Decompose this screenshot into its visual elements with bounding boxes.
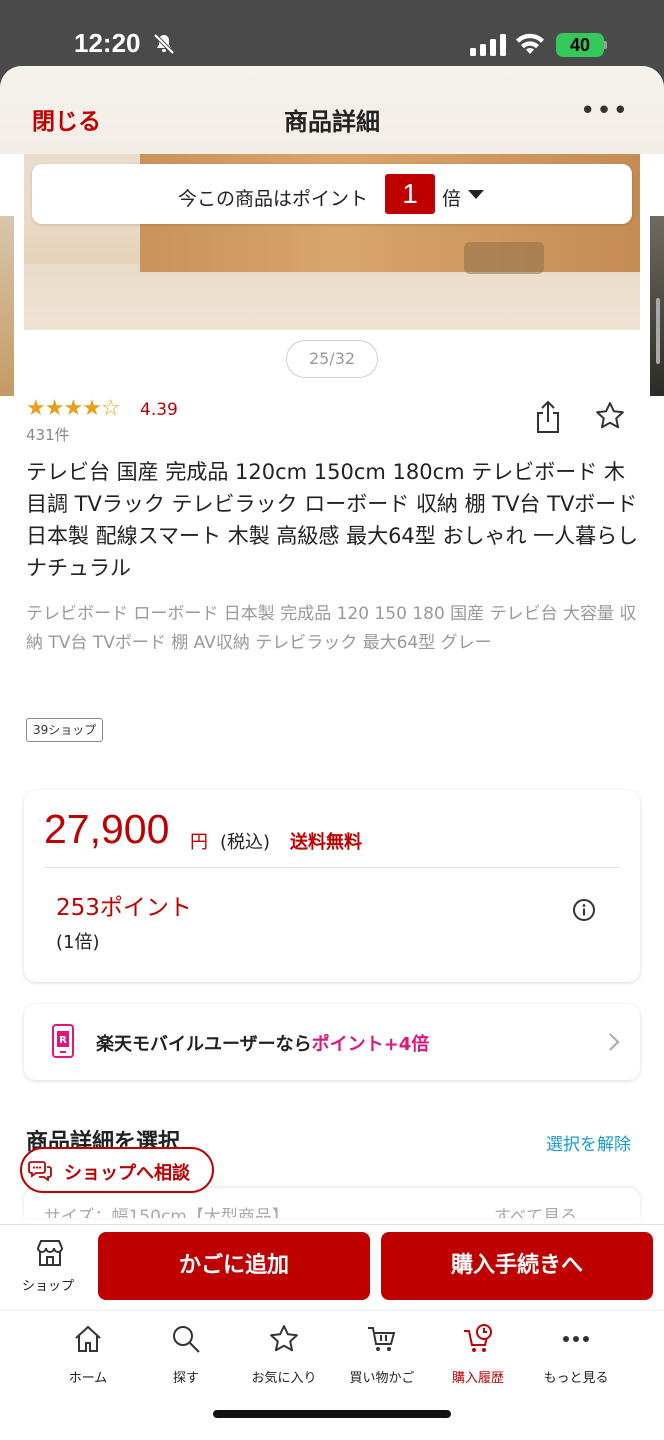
mobile-promo-text: 楽天モバイルユーザーならポイント+4倍 [96, 1030, 429, 1056]
tab-home[interactable]: ホーム [38, 1323, 138, 1393]
shop-label[interactable]: ショップ [22, 1275, 74, 1294]
bottom-tab-bar: ホーム 探す お気に入り 買い物かご 購入履歴 もっと見る [0, 1310, 664, 1440]
tab-search[interactable]: 探す [136, 1323, 236, 1393]
svg-text:R: R [59, 1035, 67, 1046]
point-banner-suffix: 倍 [442, 188, 462, 210]
more-menu-button[interactable]: ••• [580, 96, 629, 126]
history-icon [464, 1324, 492, 1352]
checkout-button[interactable]: 購入手続きへ [381, 1232, 653, 1300]
tab-cart[interactable]: 買い物かご [332, 1323, 432, 1393]
product-detail-sheet: 閉じる 商品詳細 ••• 今この商品はポイント 1 倍 25/32 ★★★★☆ … [0, 66, 664, 1440]
add-to-cart-button[interactable]: かごに追加 [98, 1232, 370, 1300]
product-title: テレビ台 国産 完成品 120cm 150cm 180cm テレビボード 木目調… [26, 460, 639, 580]
battery-cap [604, 41, 607, 49]
tab-home-label: ホーム [68, 1371, 108, 1386]
battery-level: 40 [569, 35, 591, 55]
consult-shop-label: ショップへ相談 [64, 1163, 190, 1184]
rakuten-mobile-promo[interactable]: R 楽天モバイルユーザーならポイント+4倍 [24, 1004, 640, 1080]
clear-selection-link[interactable]: 選択を解除 [546, 1130, 631, 1155]
share-icon[interactable] [534, 400, 562, 434]
home-icon [75, 1325, 101, 1352]
price-currency: 円 [190, 832, 208, 853]
shop-39-badge: 39ショップ [26, 718, 104, 742]
tab-purchase-history-label: 購入履歴 [451, 1371, 504, 1386]
tab-purchase-history[interactable]: 購入履歴 [428, 1323, 528, 1393]
favorite-star-icon[interactable] [594, 400, 626, 432]
image-counter: 25/32 [286, 340, 378, 378]
page-title: 商品詳細 [284, 108, 380, 136]
star-icon [270, 1325, 298, 1352]
prev-image-peek [0, 216, 14, 396]
scrollbar[interactable] [656, 298, 660, 364]
signal-icon [470, 34, 506, 56]
chevron-right-icon [609, 1033, 620, 1051]
point-multiplier-value: 1 [385, 174, 435, 214]
price-card: 27,900 円 (税込) 送料無料 253ポイント (1倍) [24, 790, 640, 982]
battery-icon: 40 [556, 33, 604, 57]
mobile-promo-highlight: ポイント+4倍 [311, 1034, 430, 1055]
tab-more[interactable]: もっと見る [526, 1323, 626, 1393]
cart-icon [368, 1327, 396, 1351]
caret-down-icon [468, 190, 484, 199]
size-option-text: サイズ：幅150cm【大型商品】 [44, 1207, 289, 1218]
tab-cart-label: 買い物かご [349, 1371, 415, 1386]
image-floor [24, 264, 640, 330]
consult-shop-button[interactable]: ショップへ相談 [20, 1147, 214, 1193]
sheet-header: 閉じる 商品詳細 ••• [0, 66, 664, 154]
purchase-action-bar: ショップ かごに追加 購入手続きへ [0, 1224, 664, 1310]
status-time: 12:20 [74, 28, 141, 58]
status-bar: 12:20 40 [0, 0, 664, 66]
point-multiplier-banner[interactable]: 今この商品はポイント 1 倍 [32, 164, 632, 224]
tab-favorites-label: お気に入り [251, 1371, 317, 1386]
home-indicator[interactable] [213, 1410, 451, 1418]
more-icon [563, 1336, 589, 1342]
rakuten-mobile-icon: R [52, 1024, 74, 1058]
product-subtitle: テレビボード ローボード 日本製 完成品 120 150 180 国産 テレビ台… [26, 604, 637, 653]
shop-icon[interactable] [34, 1237, 66, 1269]
divider [44, 867, 620, 868]
free-shipping-label: 送料無料 [290, 832, 362, 853]
mobile-promo-prefix: 楽天モバイルユーザーなら [96, 1034, 312, 1055]
info-icon[interactable] [572, 898, 596, 922]
image-cabinet-foot [464, 242, 544, 274]
tax-note: (税込) [220, 832, 271, 853]
tab-favorites[interactable]: お気に入り [234, 1323, 334, 1393]
see-all-link[interactable]: すべて見る [494, 1202, 577, 1218]
search-icon [173, 1326, 200, 1353]
wifi-icon [516, 33, 544, 54]
rating-score[interactable]: 4.39 [140, 400, 178, 420]
points-earned: 253ポイント [56, 895, 192, 921]
review-count[interactable]: 431件 [26, 424, 70, 445]
price-amount: 27,900 [44, 806, 170, 852]
bell-muted-icon [153, 33, 175, 55]
tab-search-label: 探す [172, 1371, 199, 1386]
chat-icon [28, 1161, 52, 1181]
points-multiplier: (1倍) [56, 932, 100, 953]
point-banner-text: 今この商品はポイント [178, 188, 369, 210]
tab-more-label: もっと見る [543, 1371, 609, 1386]
rating-stars: ★★★★☆ [26, 396, 121, 421]
